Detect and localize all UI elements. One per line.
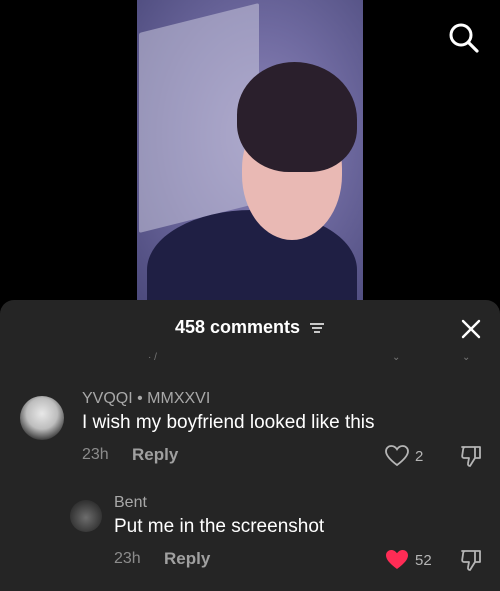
comment-text: I wish my boyfriend looked like this <box>82 412 375 433</box>
like-count: 2 <box>415 447 424 465</box>
like-button[interactable]: 2 <box>385 445 423 467</box>
heart-icon <box>385 445 409 467</box>
avatar[interactable] <box>20 396 64 440</box>
like-count: 52 <box>415 551 432 569</box>
comment-username[interactable]: Bent <box>114 494 147 512</box>
comment-text: Put me in the screenshot <box>114 516 325 537</box>
scroll-fade-mark: ⌄ <box>392 352 401 363</box>
thumbs-down-icon[interactable] <box>459 444 483 468</box>
scroll-fade-mark: · / <box>148 352 157 363</box>
comments-sheet: 458 comments · / ⌄ ⌄ YVQQI • MMXXVI I wi… <box>0 300 500 591</box>
comment-count[interactable]: 458 comments <box>0 317 500 338</box>
heart-icon <box>386 550 408 569</box>
comment-time: 23h <box>114 550 141 567</box>
close-icon[interactable] <box>460 318 482 340</box>
avatar[interactable] <box>70 500 102 532</box>
comment-time: 23h <box>82 446 109 463</box>
subject-hair <box>237 62 357 172</box>
search-icon[interactable] <box>448 22 480 54</box>
comment-count-label: 458 comments <box>174 317 301 337</box>
video-thumbnail[interactable] <box>137 0 363 300</box>
reply-button[interactable]: Reply <box>132 445 178 465</box>
subject-shirt <box>147 210 357 300</box>
video-area[interactable] <box>0 0 500 300</box>
comments-header: 458 comments <box>0 300 500 356</box>
comment-username[interactable]: YVQQI • MMXXVI <box>82 390 210 408</box>
scroll-fade-mark: ⌄ <box>462 352 471 363</box>
thumbs-down-icon[interactable] <box>459 548 483 572</box>
filter-icon[interactable] <box>309 321 325 335</box>
like-button[interactable]: 52 <box>385 549 432 571</box>
reply-button[interactable]: Reply <box>164 549 210 569</box>
